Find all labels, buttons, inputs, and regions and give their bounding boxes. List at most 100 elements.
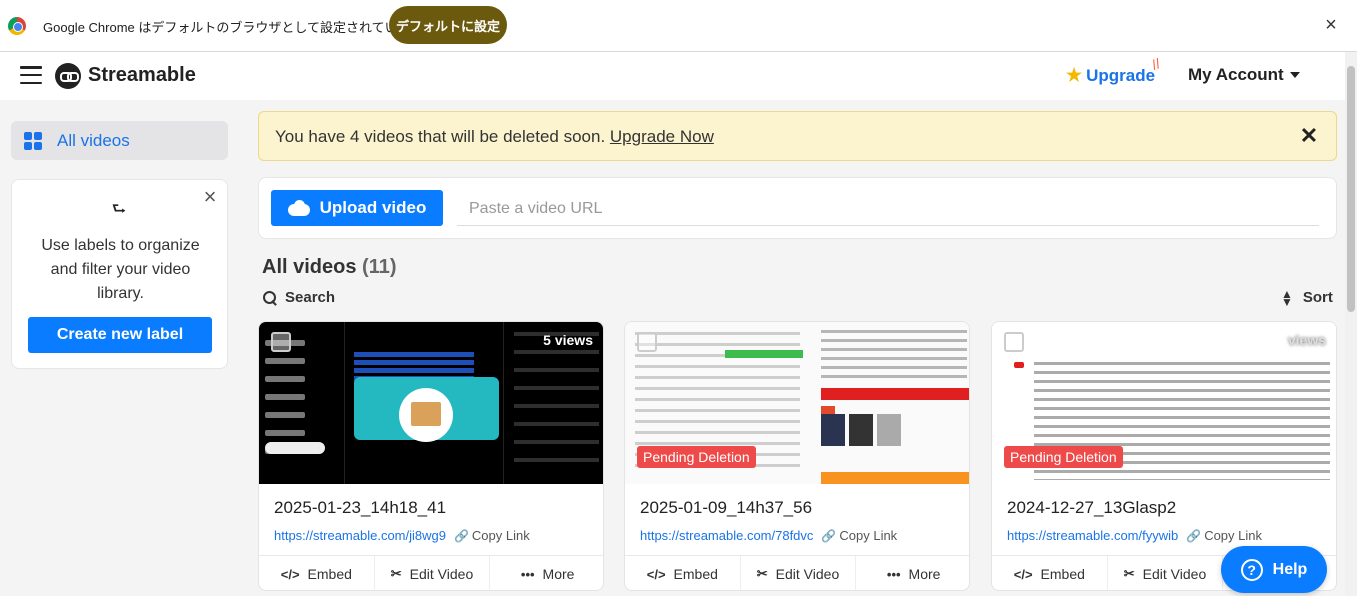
video-count: (11) (362, 256, 397, 278)
page-title-text: All videos (262, 256, 357, 278)
link-icon: 🔗 (821, 528, 837, 543)
edit-label: Edit Video (775, 566, 840, 582)
embed-button[interactable]: </> Embed (259, 556, 375, 590)
video-url-link[interactable]: https://streamable.com/78fdvc (640, 528, 813, 543)
edit-video-button[interactable]: ✂ Edit Video (375, 556, 491, 590)
grid-icon (24, 132, 42, 150)
my-account-label: My Account (1188, 65, 1284, 84)
video-card[interactable]: Pending Deletion 2025-01-09_14h37_56 htt… (624, 321, 970, 591)
more-dots-icon: ••• (520, 566, 535, 582)
link-icon: 🔗 (453, 528, 469, 543)
help-button[interactable]: ? Help (1221, 546, 1327, 593)
code-icon: </> (280, 566, 300, 582)
video-thumbnail[interactable]: 5 views (259, 322, 603, 484)
embed-label: Embed (307, 566, 352, 582)
scissors-icon: ✂ (1123, 566, 1135, 581)
video-link-row: https://streamable.com/fyywib 🔗 Copy Lin… (1007, 528, 1262, 543)
page-scrollbar[interactable] (1345, 52, 1357, 596)
upload-video-label: Upload video (319, 198, 427, 217)
search-button[interactable]: Search (263, 289, 335, 306)
embed-button[interactable]: </> Embed (992, 556, 1108, 590)
embed-label: Embed (673, 566, 718, 582)
close-icon[interactable]: ✕ (1299, 124, 1319, 148)
edit-label: Edit Video (409, 566, 474, 582)
help-label: Help (1272, 560, 1308, 578)
code-icon: </> (646, 566, 666, 582)
copy-link-label: Copy Link (471, 528, 530, 543)
copy-link-button[interactable]: 🔗 Copy Link (1186, 528, 1262, 543)
chrome-infobar: Google Chrome はデフォルトのブラウザとして設定されていません デフ… (0, 0, 1357, 52)
card-actions: </> Embed ✂ Edit Video ••• More (259, 555, 603, 590)
labels-promo-card: × ⮑ Use labels to organize and filter yo… (11, 179, 228, 369)
search-icon (263, 290, 277, 305)
scissors-icon: ✂ (756, 566, 768, 581)
copy-link-label: Copy Link (1204, 528, 1262, 543)
chrome-infobar-message: Google Chrome はデフォルトのブラウザとして設定されていません (43, 20, 437, 35)
set-default-browser-button[interactable]: デフォルトに設定 (389, 6, 507, 44)
sidebar-item-all-videos[interactable]: All videos (11, 121, 228, 160)
video-card[interactable]: 5 views 2025-01-23_14h18_41 https://stre… (258, 321, 604, 591)
my-account-menu[interactable]: My Account (1188, 65, 1300, 85)
video-link-row: https://streamable.com/ji8wg9 🔗 Copy Lin… (274, 528, 530, 543)
hamburger-menu-icon[interactable] (20, 66, 42, 84)
streamable-logo-icon[interactable] (55, 63, 81, 89)
labels-promo-text: Use labels to organize and filter your v… (41, 237, 200, 302)
more-button[interactable]: ••• More (490, 556, 603, 590)
edit-video-button[interactable]: ✂ Edit Video (741, 556, 857, 590)
pending-deletion-badge: Pending Deletion (1004, 446, 1123, 468)
app-header: Streamable ★ Upgrade // My Account (0, 52, 1345, 100)
star-icon: ★ (1066, 65, 1083, 85)
select-checkbox[interactable] (637, 332, 657, 352)
search-label: Search (285, 289, 336, 306)
upgrade-now-link[interactable]: Upgrade Now (610, 127, 714, 146)
card-actions: </> Embed ✂ Edit Video ••• More (625, 555, 969, 590)
question-icon: ? (1240, 558, 1263, 581)
more-dots-icon: ••• (886, 566, 901, 582)
page-title: All videos (11) (262, 256, 397, 279)
more-label: More (542, 566, 575, 582)
sort-label: Sort (1302, 289, 1333, 306)
copy-link-button[interactable]: 🔗 Copy Link (821, 528, 897, 543)
edit-video-button[interactable]: ✂ Edit Video (1108, 556, 1224, 590)
select-checkbox[interactable] (1004, 332, 1024, 352)
upgrade-link[interactable]: ★ Upgrade (1066, 65, 1155, 86)
create-new-label-button[interactable]: Create new label (28, 317, 212, 353)
logo-text[interactable]: Streamable (88, 64, 196, 87)
link-icon: 🔗 (1186, 528, 1202, 543)
warning-text: You have 4 videos that will be deleted s… (275, 127, 714, 147)
more-button[interactable]: ••• More (856, 556, 969, 590)
pending-deletion-badge: Pending Deletion (637, 446, 756, 468)
video-url-link[interactable]: https://streamable.com/ji8wg9 (274, 528, 446, 543)
video-title[interactable]: 2024-12-27_13Glasp2 (1007, 498, 1176, 518)
close-icon[interactable]: × (200, 186, 220, 208)
video-link-row: https://streamable.com/78fdvc 🔗 Copy Lin… (640, 528, 897, 543)
label-icon: ⮑ (111, 201, 127, 218)
video-title[interactable]: 2025-01-23_14h18_41 (274, 498, 446, 518)
close-icon[interactable]: × (1322, 14, 1340, 36)
video-url-input[interactable] (457, 192, 1319, 226)
chevron-down-icon (1289, 72, 1300, 78)
video-title[interactable]: 2025-01-09_14h37_56 (640, 498, 812, 518)
code-icon: </> (1013, 566, 1033, 582)
deletion-warning-banner: You have 4 videos that will be deleted s… (258, 111, 1337, 161)
more-label: More (908, 566, 941, 582)
video-url-link[interactable]: https://streamable.com/fyywib (1007, 528, 1178, 543)
upgrade-label: Upgrade (1086, 65, 1156, 85)
video-thumbnail[interactable]: views Pending Deletion (992, 322, 1336, 484)
sort-icon: ▲ ▼ (1281, 286, 1293, 309)
embed-button[interactable]: </> Embed (625, 556, 741, 590)
cloud-upload-icon (287, 200, 310, 216)
chrome-logo-icon (8, 17, 26, 35)
view-count: 5 views (543, 332, 593, 348)
copy-link-label: Copy Link (839, 528, 898, 543)
video-thumbnail[interactable]: Pending Deletion (625, 322, 969, 484)
upload-video-button[interactable]: Upload video (271, 190, 443, 226)
embed-label: Embed (1040, 566, 1085, 582)
scrollbar-thumb[interactable] (1347, 66, 1355, 312)
sort-button[interactable]: ▲ ▼ Sort (1281, 286, 1333, 309)
view-count: views (1287, 332, 1326, 348)
warning-message: You have 4 videos that will be deleted s… (275, 127, 606, 146)
upload-panel: Upload video (258, 177, 1337, 239)
copy-link-button[interactable]: 🔗 Copy Link (454, 528, 530, 543)
select-checkbox[interactable] (271, 332, 291, 352)
